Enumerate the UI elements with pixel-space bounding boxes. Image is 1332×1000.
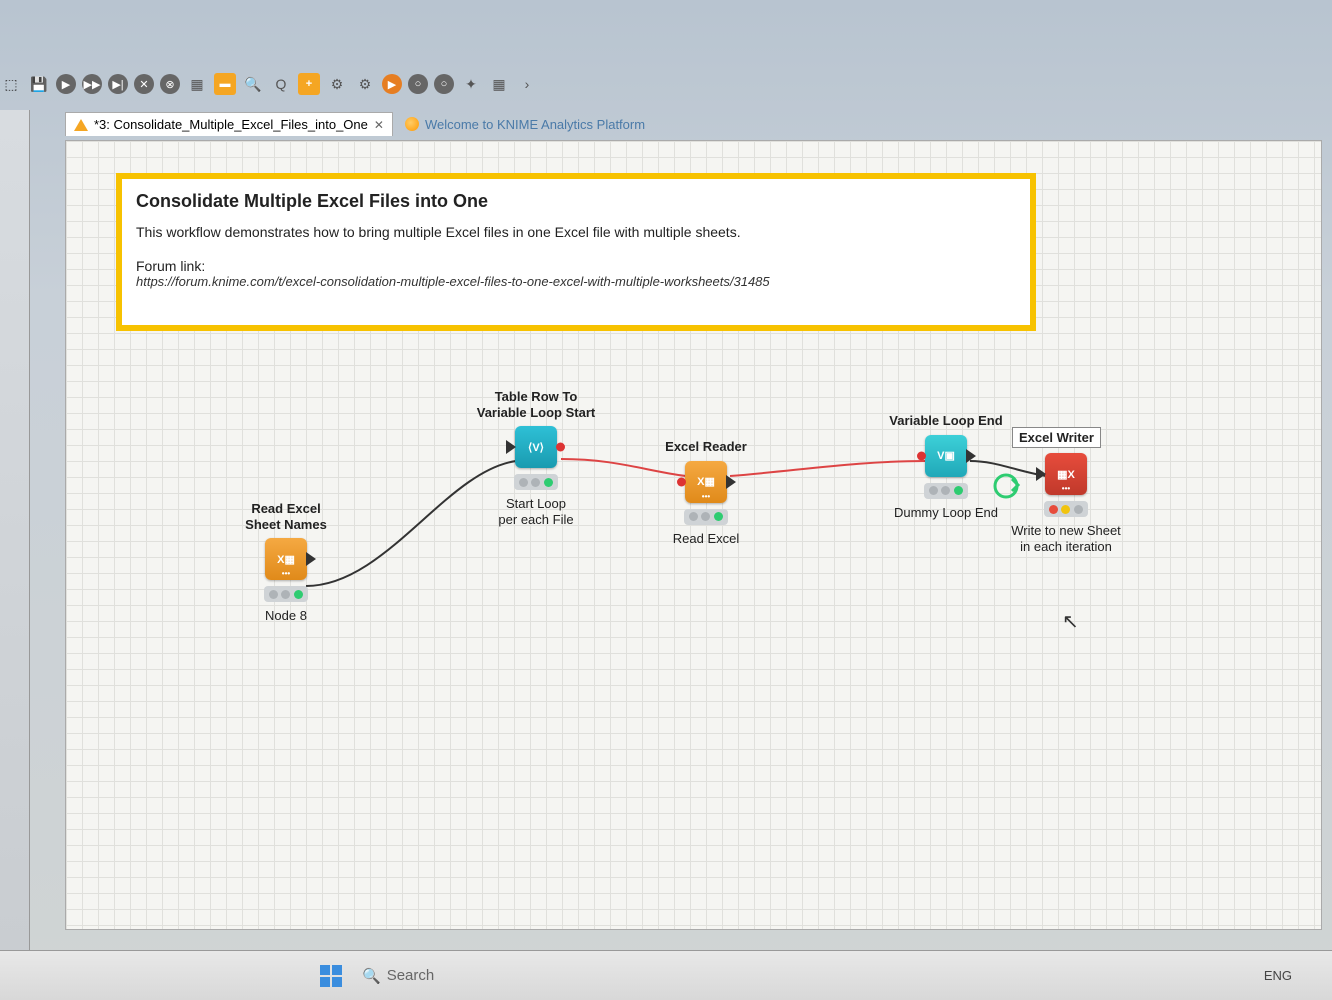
grid-icon[interactable]: ▦ <box>488 73 510 95</box>
left-side-panel[interactable] <box>0 110 30 1000</box>
node-icon[interactable]: ⟨V⟩ <box>515 426 557 468</box>
workflow-canvas[interactable]: Consolidate Multiple Excel Files into On… <box>65 140 1322 930</box>
node-status-traffic <box>684 509 728 525</box>
node-status-traffic <box>1044 501 1088 517</box>
workflow-annotation[interactable]: Consolidate Multiple Excel Files into On… <box>116 173 1036 331</box>
language-indicator[interactable]: ENG <box>1264 968 1292 983</box>
hub-icon[interactable]: ✦ <box>460 73 482 95</box>
node-excel-writer[interactable]: ▦X ••• Write to new Sheet in each iterat… <box>986 453 1146 554</box>
excel-write-icon: ▦X <box>1057 468 1075 481</box>
nav-icon-1[interactable]: ○ <box>408 74 428 94</box>
windows-start-button[interactable] <box>320 965 342 987</box>
node-title: Read Excel Sheet Names <box>245 501 327 532</box>
node-variable-loop-start[interactable]: Table Row To Variable Loop Start ⟨V⟩ Sta… <box>456 389 616 527</box>
tab-welcome[interactable]: Welcome to KNIME Analytics Platform <box>397 113 653 136</box>
stop-icon[interactable]: ✕ <box>134 74 154 94</box>
annotation-title: Consolidate Multiple Excel Files into On… <box>136 191 1016 212</box>
main-toolbar: ⬚ 💾 ▶ ▶▶ ▶| ✕ ⊗ ▦ ▬ 🔍 Q + ⚙ ⚙ ▶ ○ ○ ✦ ▦ … <box>0 70 1332 98</box>
add-icon[interactable]: + <box>298 73 320 95</box>
search-icon: 🔍 <box>362 967 381 985</box>
annotation-excel-writer[interactable]: Excel Writer <box>1012 427 1101 448</box>
chevron-right-icon[interactable]: › <box>516 73 538 95</box>
node-caption: Write to new Sheet in each iteration <box>1011 523 1121 554</box>
zoom-fit-icon[interactable]: ⚙ <box>354 73 376 95</box>
node-title: Variable Loop End <box>889 413 1002 429</box>
node-caption: Start Loop per each File <box>498 496 573 527</box>
loop-start-icon: ⟨V⟩ <box>528 441 544 454</box>
nav-icon-2[interactable]: ○ <box>434 74 454 94</box>
find-icon[interactable]: 🔍 <box>242 73 264 95</box>
node-status-traffic <box>514 474 558 490</box>
node-status-traffic <box>924 483 968 499</box>
tab-label: Welcome to KNIME Analytics Platform <box>425 117 645 132</box>
tab-consolidate-workflow[interactable]: *3: Consolidate_Multiple_Excel_Files_int… <box>65 112 393 136</box>
node-excel-reader[interactable]: Excel Reader X▦ ••• Read Excel <box>626 439 786 546</box>
run-all-icon[interactable]: ▶| <box>108 74 128 94</box>
loop-end-icon: V▣ <box>937 449 955 462</box>
search-placeholder: Search <box>387 967 435 984</box>
node-icon[interactable]: V▣ <box>925 435 967 477</box>
globe-icon <box>405 117 419 131</box>
excel-icon: X▦ <box>697 475 715 488</box>
annotation-forum-label: Forum link: <box>136 258 1016 274</box>
nav-next-icon[interactable]: ▶ <box>382 74 402 94</box>
node-caption: Read Excel <box>673 531 739 547</box>
annotation-description: This workflow demonstrates how to bring … <box>136 224 1016 240</box>
node-icon[interactable]: X▦ ••• <box>685 461 727 503</box>
windows-taskbar: 🔍 Search ENG <box>0 950 1332 1000</box>
taskbar-search[interactable]: 🔍 Search <box>362 967 434 985</box>
save-icon[interactable]: 💾 <box>28 73 50 95</box>
warning-icon <box>74 119 88 131</box>
node-status-traffic <box>264 586 308 602</box>
excel-icon: X▦ <box>277 553 295 566</box>
editor-tabbar: *3: Consolidate_Multiple_Excel_Files_int… <box>65 110 653 138</box>
annotation-icon[interactable]: ▬ <box>214 73 236 95</box>
node-icon[interactable]: ▦X ••• <box>1045 453 1087 495</box>
node-read-excel-sheet-names[interactable]: Read Excel Sheet Names X▦ ••• Node 8 <box>206 501 366 624</box>
layout-icon[interactable]: ▦ <box>186 73 208 95</box>
reset-icon[interactable]: ⊗ <box>160 74 180 94</box>
run-step-icon[interactable]: ▶▶ <box>82 74 102 94</box>
close-icon[interactable]: ✕ <box>374 118 384 132</box>
node-caption: Dummy Loop End <box>894 505 998 521</box>
annotation-forum-link: https://forum.knime.com/t/excel-consolid… <box>136 274 1016 289</box>
node-title: Excel Reader <box>665 439 747 455</box>
node-caption: Node 8 <box>265 608 307 624</box>
side-tab-1[interactable] <box>0 110 4 122</box>
node-icon[interactable]: X▦ ••• <box>265 538 307 580</box>
tree-icon[interactable]: ⬚ <box>0 73 22 95</box>
mouse-cursor: ↖ <box>1062 609 1079 634</box>
run-icon[interactable]: ▶ <box>56 74 76 94</box>
node-title: Table Row To Variable Loop Start <box>477 389 595 420</box>
search-icon[interactable]: Q <box>270 73 292 95</box>
tab-label: *3: Consolidate_Multiple_Excel_Files_int… <box>94 117 368 132</box>
zoom-100-icon[interactable]: ⚙ <box>326 73 348 95</box>
